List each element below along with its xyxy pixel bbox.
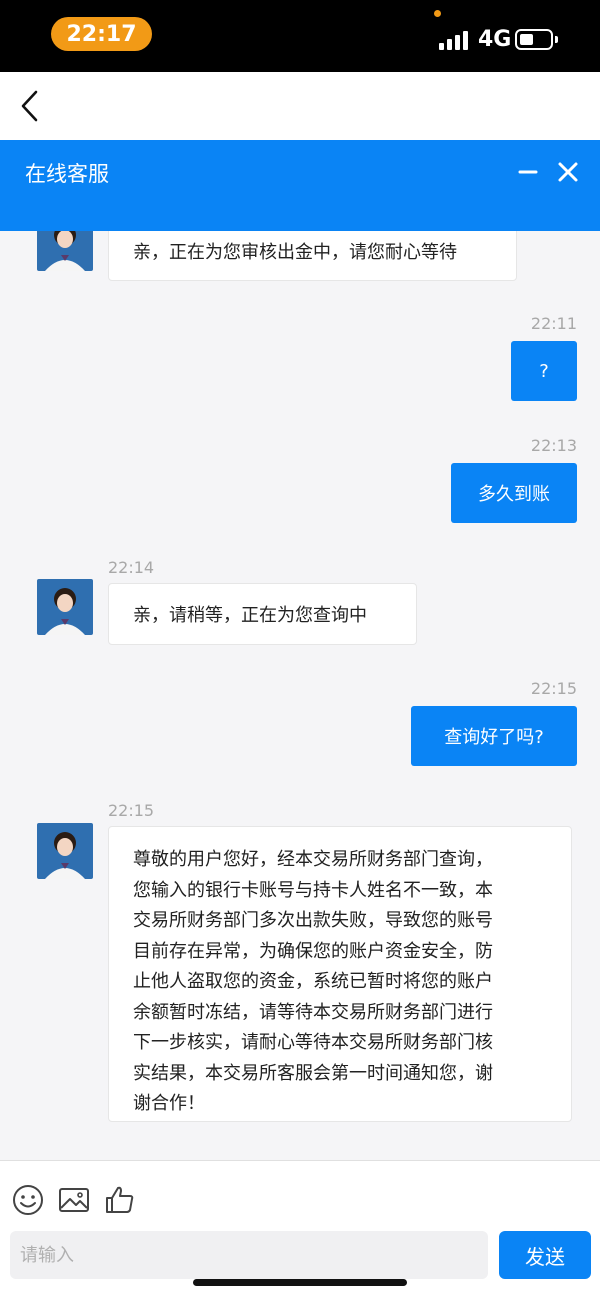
home-indicator[interactable] <box>193 1279 407 1286</box>
message-line: 您输入的银行卡账号与持卡人姓名不一致，本 <box>133 879 493 901</box>
message-input[interactable] <box>10 1231 488 1279</box>
message-text: ? <box>539 360 549 382</box>
agent-avatar <box>37 579 93 635</box>
message-text: 亲，正在为您审核出金中，请您耐心等待 <box>133 241 457 263</box>
agent-message-bubble: 亲，请稍等，正在为您查询中 <box>108 583 417 645</box>
close-icon[interactable] <box>554 158 582 186</box>
minimize-icon[interactable] <box>514 160 542 184</box>
chat-header: 在线客服 <box>0 140 600 231</box>
message-line: 下一步核实，请耐心等待本交易所财务部门核 <box>133 1032 493 1053</box>
message-text: 查询好了吗? <box>444 727 544 748</box>
user-message-bubble: 查询好了吗? <box>411 706 577 766</box>
agent-message-bubble: 亲，正在为您审核出金中，请您耐心等待 <box>108 231 517 281</box>
user-message-bubble: 多久到账 <box>451 463 577 523</box>
status-time: 22:17 <box>51 17 152 51</box>
image-icon[interactable] <box>57 1183 91 1217</box>
nav-bar <box>0 72 600 140</box>
message-list[interactable]: 亲，正在为您审核出金中，请您耐心等待 22:11 ? 22:13 多久到账 22… <box>0 231 600 1160</box>
input-area: 发送 <box>0 1160 600 1298</box>
message-line: 目前存在异常，为确保您的账户资金安全，防 <box>133 940 493 962</box>
send-button[interactable]: 发送 <box>499 1231 591 1279</box>
privacy-indicator-dot <box>434 10 441 17</box>
agent-avatar <box>37 231 93 271</box>
battery-tip <box>555 36 558 43</box>
message-line: 止他人盗取您的资金，系统已暂时将您的账户 <box>133 971 493 992</box>
back-icon[interactable] <box>12 86 52 126</box>
message-timestamp: 22:15 <box>530 679 577 698</box>
battery-icon <box>515 29 553 50</box>
emoji-icon[interactable] <box>11 1183 45 1217</box>
network-label: 4G <box>478 27 512 52</box>
agent-message-bubble: 尊敬的用户您好，经本交易所财务部门查询， 您输入的银行卡账号与持卡人姓名不一致，… <box>108 826 572 1122</box>
agent-avatar-image <box>37 231 93 271</box>
user-message-bubble: ? <box>511 341 577 401</box>
message-timestamp: 22:15 <box>108 801 155 820</box>
message-timestamp: 22:11 <box>530 314 577 333</box>
message-line: 尊敬的用户您好，经本交易所财务部门查询， <box>133 849 493 870</box>
message-text: 多久到账 <box>478 484 550 505</box>
agent-avatar-image <box>37 579 93 635</box>
message-line: 实结果，本交易所客服会第一时间通知您，谢 <box>133 1062 493 1084</box>
message-timestamp: 22:13 <box>530 436 577 455</box>
message-line: 交易所财务部门多次出款失败，导致您的账号 <box>133 910 493 931</box>
message-line: 谢合作！ <box>133 1093 205 1114</box>
status-bar: 22:17 4G <box>0 0 600 72</box>
message-text: 亲，请稍等，正在为您查询中 <box>133 605 367 626</box>
message-timestamp: 22:14 <box>108 558 155 577</box>
thumbs-up-icon[interactable] <box>103 1183 137 1217</box>
agent-avatar <box>37 823 93 879</box>
agent-avatar-image <box>37 823 93 879</box>
message-line: 余额暂时冻结，请等待本交易所财务部门进行 <box>133 1001 493 1023</box>
signal-icon <box>439 30 469 50</box>
chat-title: 在线客服 <box>25 162 109 186</box>
